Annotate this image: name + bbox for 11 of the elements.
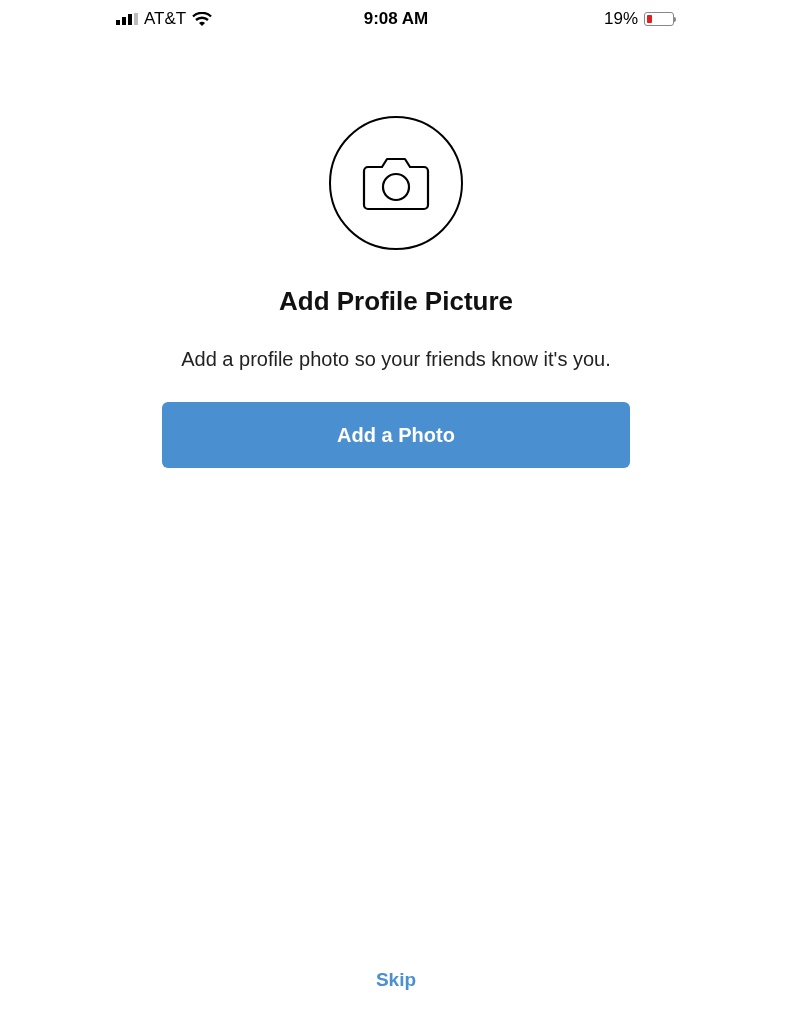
signal-icon [116,13,138,25]
wifi-icon [192,11,213,27]
battery-percent: 19% [603,8,638,31]
battery-icon [644,12,676,26]
add-photo-button[interactable]: Add a Photo [162,402,630,468]
clock-time: 9:08 AM [363,8,429,31]
camera-icon [362,155,430,211]
carrier-name: AT&T [144,8,187,31]
description-text: Add a profile photo so your friends know it's you. [180,347,612,372]
page-title: Add Profile Picture [278,285,513,318]
skip-link[interactable]: Skip [375,965,417,994]
